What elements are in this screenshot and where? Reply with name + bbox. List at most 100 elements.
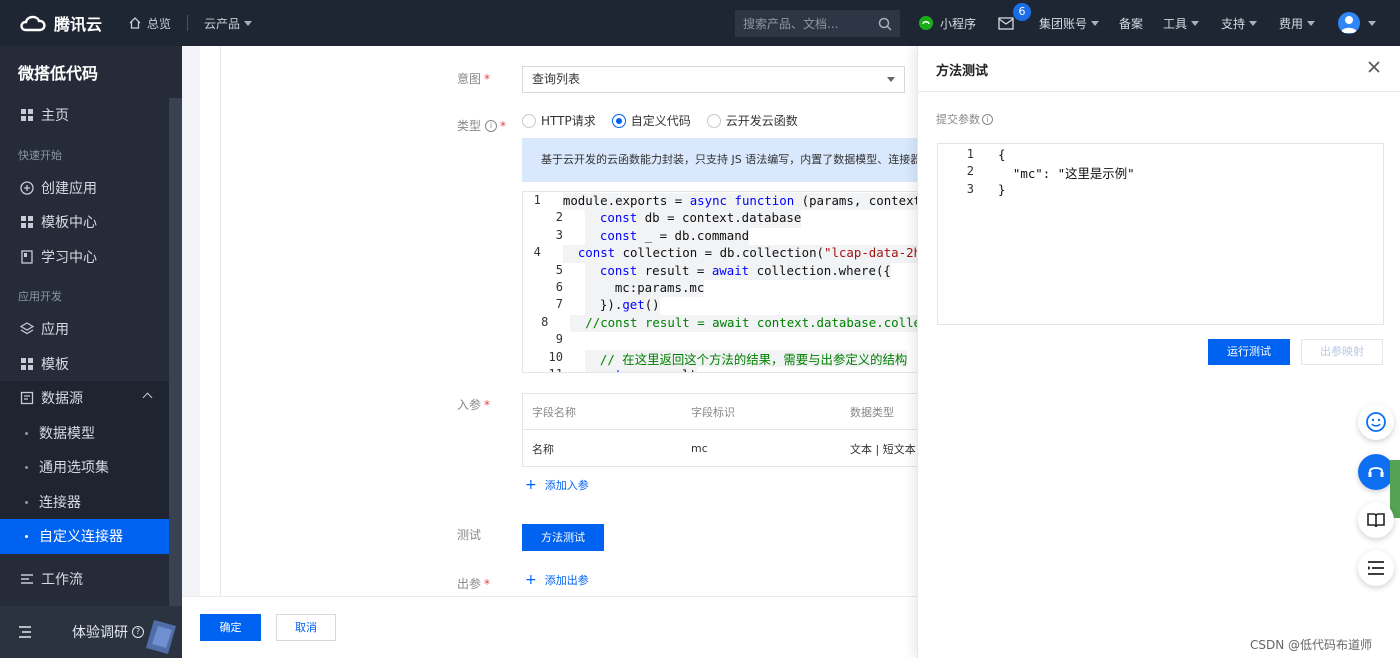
chevron-down-icon — [1307, 20, 1316, 26]
radio-custom-code[interactable] — [611, 113, 626, 128]
sidebar-group-quickstart: 快速开始 — [18, 148, 62, 162]
sidebar-item-create-app[interactable]: 创建应用 — [0, 171, 182, 206]
sidebar-item-apps[interactable]: 应用 — [0, 312, 182, 347]
radio-http[interactable] — [522, 113, 536, 128]
cancel-button[interactable]: 取消 — [276, 614, 336, 641]
chevron-down-icon — [1249, 20, 1258, 26]
add-input-param-link[interactable]: + 添加入参 — [525, 477, 589, 493]
radio-cloud-function-label[interactable]: 云开发云函数 — [726, 112, 798, 129]
code-text: mc:params.mc — [585, 279, 705, 298]
radio-cloud-function[interactable] — [706, 113, 721, 128]
output-mapping-button[interactable]: 出参映射 — [1301, 339, 1383, 365]
topbar-divider — [187, 15, 189, 31]
sidebar-group-appdev: 应用开发 — [18, 290, 62, 303]
line-number: 2 — [555, 210, 563, 225]
submit-params-label-text: 提交参数 — [936, 113, 980, 126]
chevron-down-icon — [887, 77, 895, 82]
line-number: 4 — [533, 245, 541, 260]
side-widget[interactable] — [1390, 460, 1400, 518]
support-label: 支持 — [1221, 16, 1246, 31]
run-test-button[interactable]: 运行测试 — [1208, 339, 1290, 365]
method-test-button[interactable]: 方法测试 — [522, 524, 604, 551]
cloud-products-menu[interactable]: 云产品 — [194, 0, 262, 46]
info-icon[interactable]: i — [485, 119, 498, 132]
survey-footer[interactable]: 体验调研 ? — [0, 606, 182, 658]
code-text: return result — [585, 366, 697, 372]
docs-button[interactable] — [1358, 502, 1394, 538]
radio-custom-code-label[interactable]: 自定义代码 — [631, 112, 691, 129]
code-line: 4 const collection = db.collection("lcap… — [523, 245, 917, 263]
overview-link[interactable]: 总览 — [118, 0, 181, 46]
sidebar-item-templates[interactable]: 模板 — [0, 347, 182, 382]
table-header-cell: 字段标识 — [691, 405, 735, 419]
smile-icon — [1366, 412, 1386, 432]
code-editor[interactable]: 1 module.exports = async function (params… — [522, 191, 917, 373]
table-cell: mc — [691, 442, 708, 455]
left-gutter — [182, 46, 200, 596]
logo-text: 腾讯云 — [54, 15, 103, 34]
add-output-param-link[interactable]: + 添加出参 — [525, 572, 589, 588]
sidebar-item-data-model[interactable]: 数据模型 — [0, 416, 182, 451]
tools-label: 工具 — [1163, 16, 1188, 31]
close-icon[interactable] — [1365, 58, 1383, 76]
sidebar-item-learning-center[interactable]: 学习中心 — [0, 240, 182, 275]
feedback-button[interactable] — [1358, 404, 1394, 440]
radio-http-label[interactable]: HTTP请求 — [541, 112, 596, 129]
customer-service-button[interactable] — [1358, 454, 1394, 490]
sidebar-scrollbar[interactable] — [169, 98, 182, 658]
table-row[interactable]: 名称 mc 文本 | 短文本 — [523, 430, 917, 467]
billing-menu[interactable]: 费用 — [1279, 0, 1316, 46]
mini-program-label: 小程序 — [940, 16, 977, 31]
type-label-text: 类型 — [457, 119, 482, 133]
input-params-label-text: 入参 — [457, 398, 482, 412]
support-menu[interactable]: 支持 — [1221, 0, 1258, 46]
headset-icon — [1368, 467, 1384, 477]
code-text: module.exports = async function (params,… — [562, 193, 917, 211]
search-icon[interactable] — [878, 17, 892, 31]
sidebar-item-template-center[interactable]: 模板中心 — [0, 205, 182, 240]
sidebar-item-common-options[interactable]: 通用选项集 — [0, 450, 182, 485]
code-line: 3} — [938, 182, 1383, 199]
workflow-icon — [21, 574, 33, 584]
filing-link[interactable]: 备案 — [1119, 0, 1143, 46]
menu-collapse-icon[interactable] — [18, 626, 32, 638]
line-number: 3 — [966, 181, 974, 196]
mini-program-link[interactable]: 小程序 — [918, 0, 976, 46]
sidebar-item-home[interactable]: 主页 — [0, 98, 182, 133]
mail-button[interactable] — [998, 0, 1014, 46]
method-test-drawer: 方法测试 提交参数 i 1{2 "mc": "这里是示例" 3} 运行测试 出参映… — [917, 46, 1400, 658]
sidebar-item-label: 应用 — [41, 322, 69, 339]
tools-menu[interactable]: 工具 — [1163, 0, 1200, 46]
input-params-label: 入参 * — [457, 398, 491, 412]
chevron-down-icon[interactable] — [1368, 21, 1376, 26]
survey-illustration — [146, 620, 176, 654]
line-number: 11 — [523, 367, 563, 372]
params-editor[interactable]: 1{2 "mc": "这里是示例" 3} — [937, 143, 1384, 325]
search-input[interactable]: 搜索产品、文档... — [735, 10, 900, 37]
line-number: 2 — [966, 164, 974, 179]
sidebar-item-workflow[interactable]: 工作流 — [0, 562, 182, 597]
code-line: 9 — [523, 332, 917, 349]
sidebar: 微搭低代码 主页 快速开始 创建应用 模板中心 学习中心 应用开发 应用 模板 … — [0, 46, 182, 658]
main-content: 意图 * 查询列表 类型 i * HTTP请求 自定义代码 云开发云函数 基于云开… — [182, 46, 917, 658]
sidebar-item-connector[interactable]: 连接器 — [0, 485, 182, 520]
intent-select[interactable]: 查询列表 — [522, 66, 905, 93]
sidebar-item-datasource[interactable]: 数据源 — [0, 381, 182, 416]
code-text: } — [998, 181, 1006, 197]
tencent-cloud-logo[interactable]: 腾讯云 — [0, 11, 112, 35]
line-number: 9 — [555, 332, 563, 347]
submit-params-label: 提交参数 i — [936, 111, 993, 127]
sidebar-item-custom-connector[interactable]: 自定义连接器 — [0, 519, 169, 554]
group-account-menu[interactable]: 集团账号 — [1039, 0, 1100, 46]
line-number: 5 — [555, 262, 563, 277]
test-label: 测试 — [457, 528, 482, 542]
add-input-param-label: 添加入参 — [544, 479, 589, 492]
confirm-button[interactable]: 确定 — [200, 614, 261, 641]
table-header-cell: 数据类型 — [850, 405, 894, 419]
code-line: 2 const db = context.database — [523, 210, 917, 228]
add-output-param-label: 添加出参 — [544, 574, 589, 587]
product-title: 微搭低代码 — [18, 64, 99, 83]
user-avatar[interactable] — [1338, 12, 1360, 34]
info-icon[interactable]: i — [982, 113, 993, 125]
menu-list-button[interactable] — [1358, 550, 1394, 586]
